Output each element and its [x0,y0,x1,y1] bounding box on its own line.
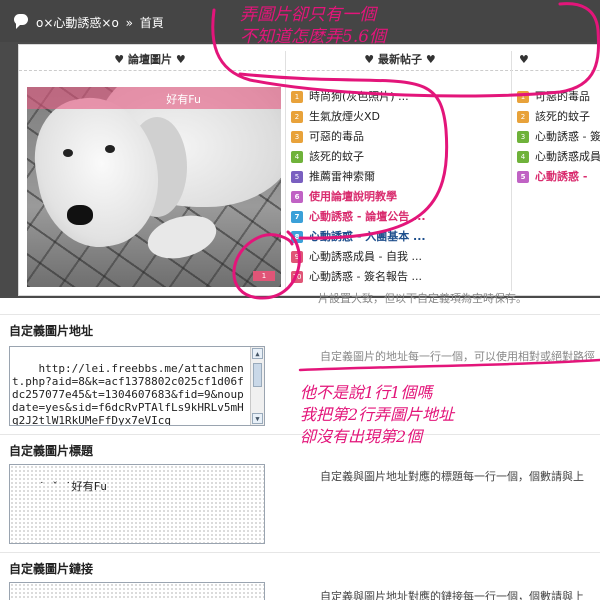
latest-post-title[interactable]: 該死的蚊子 [309,147,364,167]
latest-post-title[interactable]: 心動誘惑 - 簽名報告 ... [309,267,422,287]
rank-badge-icon: 3 [291,131,303,143]
hot-post-item[interactable]: 1 可惡的毒品 [517,87,600,107]
image-title-value: ˙ ˇ ˙好有Fu [38,480,107,493]
divider [0,314,600,315]
rank-badge-icon: 6 [291,191,303,203]
latest-post-title[interactable]: 心動誘惑 - 入團基本 ... [309,227,426,247]
image-link-textarea[interactable] [9,582,265,600]
hot-post-title[interactable]: 可惡的毒品 [535,87,590,107]
hot-post-item[interactable]: 4 心動誘惑成員 [517,147,600,167]
latest-post-title[interactable]: 生氣放煙火XD [309,107,380,127]
annotation-note-top: 弄圖片卻只有一個 不知道怎麼弄5.6個 [240,5,387,47]
dog-eye [105,145,115,153]
rank-badge-icon: 4 [517,151,529,163]
column-header-latest-posts: ♥ 最新帖子 ♥ [287,49,513,71]
slide-pager-button[interactable]: 1 [253,271,275,281]
dog-eye [63,149,73,157]
rank-badge-icon: 1 [517,91,529,103]
image-link-tip: 自定義與圖片地址對應的鏈接每一行一個，個數請與上 [320,590,584,600]
breadcrumb-separator: » [125,16,133,30]
latest-post-item[interactable]: 6 使用論壇說明教學 [291,187,513,207]
image-url-tip: 自定義圖片的地址每一行一個，可以使用相對或絕對路徑 [320,350,595,363]
forum-widget-panel: ♥ 論壇圖片 ♥ ♥ 最新帖子 ♥ ♥ 好有Fu 1 1 時尚狗(灰色照片) ..… [18,44,600,296]
rank-badge-icon: 3 [517,131,529,143]
image-link-label: 自定義圖片鏈接 [9,562,94,576]
hot-post-title[interactable]: 該死的蚊子 [535,107,590,127]
hot-post-title[interactable]: 心動誘惑 - 簽 [535,127,600,147]
latest-post-item[interactable]: 8 心動誘惑 - 入團基本 ... [291,227,513,247]
latest-post-title[interactable]: 推薦雷神索爾 [309,167,375,187]
scroll-down-icon[interactable]: ▼ [252,413,263,424]
scroll-thumb[interactable] [253,363,262,387]
latest-post-title[interactable]: 心動誘惑成員 - 自我 ... [309,247,422,267]
latest-post-title[interactable]: 使用論壇說明教學 [309,187,397,207]
hot-post-item[interactable]: 3 心動誘惑 - 簽 [517,127,600,147]
breadcrumb-forum-link[interactable]: o×心動誘惑×o [36,16,119,30]
image-title-textarea[interactable]: ˙ ˇ ˙好有Fu [9,464,265,544]
column-divider [285,51,286,291]
image-url-label: 自定義圖片地址 [9,324,94,338]
rank-badge-icon: 4 [291,151,303,163]
latest-post-item[interactable]: 4 該死的蚊子 [291,147,513,167]
latest-post-title[interactable]: 時尚狗(灰色照片) ... [309,87,409,107]
latest-post-title[interactable]: 心動誘惑 - 論壇公告 ... [309,207,426,227]
latest-post-item[interactable]: 3 可惡的毒品 [291,127,513,147]
hot-post-item[interactable]: 5 心動誘惑 - [517,167,600,187]
rank-badge-icon: 10 [291,271,303,283]
textarea-scrollbar[interactable]: ▲ ▼ [250,347,264,425]
breadcrumb-home-link[interactable]: 首頁 [140,16,164,30]
latest-posts-list: 1 時尚狗(灰色照片) ... 2 生氣放煙火XD 3 可惡的毒品 4 該死的蚊子 5 推薦雷神索… [291,87,513,287]
rank-badge-icon: 5 [291,171,303,183]
settings-form: 片設置大致，但以下自定義項為空時保存。 自定義圖片地址 http://lei.f… [0,292,600,600]
image-url-textarea[interactable]: http://lei.freebbs.me/attachment.php?aid… [9,346,265,426]
latest-post-item[interactable]: 5 推薦雷神索爾 [291,167,513,187]
latest-post-item[interactable]: 1 時尚狗(灰色照片) ... [291,87,513,107]
latest-post-item[interactable]: 10 心動誘惑 - 簽名報告 ... [291,267,513,287]
image-url-value: http://lei.freebbs.me/attachment.php?aid… [12,362,244,426]
hot-post-item[interactable]: 2 該死的蚊子 [517,107,600,127]
truncated-help-text: 片設置大致，但以下自定義項為空時保存。 [318,292,527,305]
rank-badge-icon: 2 [517,111,529,123]
slideshow-image[interactable]: 好有Fu 1 [27,87,281,287]
rank-badge-icon: 7 [291,211,303,223]
rank-badge-icon: 1 [291,91,303,103]
hot-post-title[interactable]: 心動誘惑成員 [535,147,600,167]
scroll-up-icon[interactable]: ▲ [252,348,263,359]
latest-post-item[interactable]: 9 心動誘惑成員 - 自我 ... [291,247,513,267]
column-header-forum-images: ♥ 論壇圖片 ♥ [19,49,281,71]
column-header-third: ♥ [515,49,600,71]
divider [0,552,600,553]
annotation-note-right: 他不是說1行1個嗎 我把第2行弄圖片地址 卻沒有出現第2個 [300,383,455,446]
dog-nose [67,205,93,225]
slide-caption-band [27,87,281,109]
hot-posts-list: 1 可惡的毒品 2 該死的蚊子 3 心動誘惑 - 簽 4 心動誘惑成員 5 心動誘惑 - [517,87,600,187]
rank-badge-icon: 9 [291,251,303,263]
rank-badge-icon: 5 [517,171,529,183]
hot-post-title[interactable]: 心動誘惑 - [535,167,587,187]
rank-badge-icon: 8 [291,231,303,243]
image-title-label: 自定義圖片標題 [9,444,94,458]
slide-caption: 好有Fu [166,93,201,106]
chat-bubble-icon [14,14,28,29]
latest-post-title[interactable]: 可惡的毒品 [309,127,364,147]
image-title-tip: 自定義與圖片地址對應的標題每一行一個，個數請與上 [320,470,584,483]
rank-badge-icon: 2 [291,111,303,123]
latest-post-item[interactable]: 2 生氣放煙火XD [291,107,513,127]
latest-post-item[interactable]: 7 心動誘惑 - 論壇公告 ... [291,207,513,227]
